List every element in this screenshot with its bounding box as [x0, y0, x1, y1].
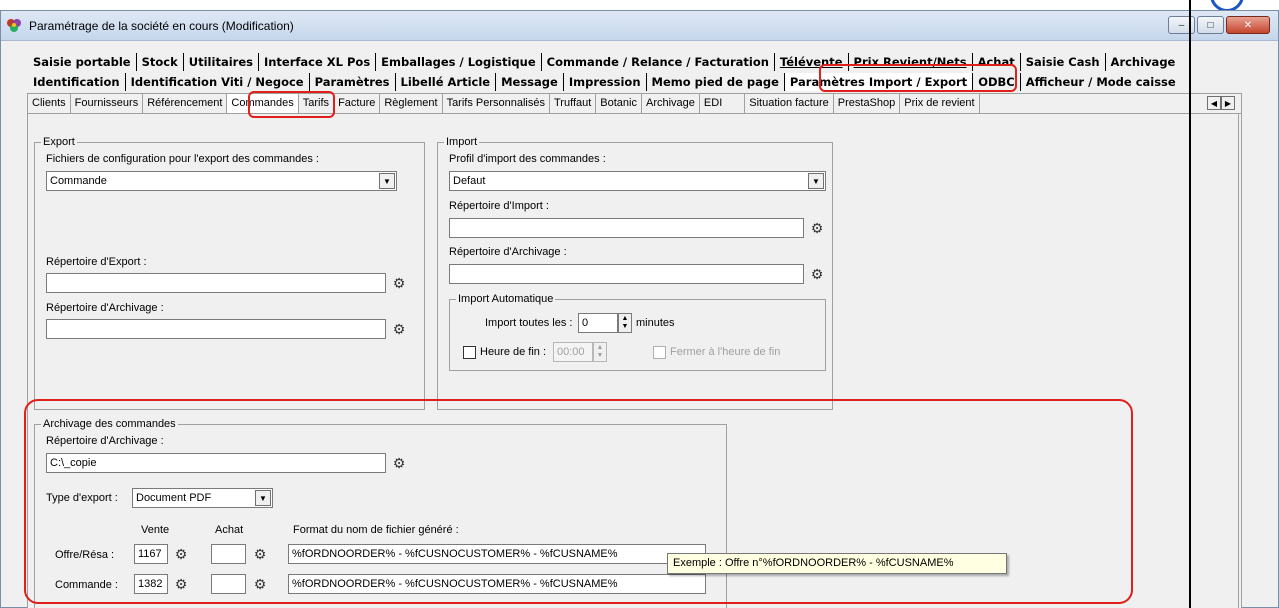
tab-identification[interactable]: Identification — [28, 73, 126, 91]
scroll-right-icon[interactable]: ▶ — [1221, 96, 1235, 110]
sub-tabs: Clients Fournisseurs Référencement Comma… — [28, 94, 1241, 114]
import-legend: Import — [444, 136, 480, 148]
export-archive-dir-label: Répertoire d'Archivage : — [46, 302, 164, 314]
chevron-down-icon: ▼ — [808, 173, 824, 189]
tab-stock[interactable]: Stock — [137, 53, 184, 71]
subtab-reglement[interactable]: Règlement — [380, 94, 443, 113]
tab-utilitaires[interactable]: Utilitaires — [184, 53, 259, 71]
tab-emballages[interactable]: Emballages / Logistique — [376, 53, 542, 71]
subtab-prix-de-revient[interactable]: Prix de revient — [900, 94, 980, 113]
tab-parametres[interactable]: Paramètres — [310, 73, 396, 91]
folder-picker-icon[interactable]: ⚙ — [809, 266, 825, 282]
tab-commande-relance[interactable]: Commande / Relance / Facturation — [542, 53, 775, 71]
close-at-end-label: Fermer à l'heure de fin — [670, 346, 781, 358]
import-every-label: Import toutes les : — [485, 317, 573, 329]
tab-interface-xl-pos[interactable]: Interface XL Pos — [259, 53, 377, 71]
import-every-input[interactable]: 0 — [578, 313, 618, 333]
spin-updown-icon[interactable]: ▲ ▼ — [618, 313, 632, 333]
export-dir-input[interactable] — [46, 273, 386, 293]
end-time-label: Heure de fin : — [480, 346, 547, 358]
subtab-prestashop[interactable]: PrestaShop — [833, 94, 901, 113]
close-button[interactable]: ✕ — [1226, 16, 1270, 34]
subtab-edi[interactable]: EDI — [699, 94, 746, 113]
end-time-input[interactable]: 00:00 — [553, 342, 593, 362]
import-profile-label: Profil d'import des commandes : — [449, 153, 606, 165]
subtab-botanic[interactable]: Botanic — [596, 94, 642, 113]
folder-picker-icon[interactable]: ⚙ — [391, 275, 407, 291]
subtab-facture[interactable]: Facture — [334, 94, 381, 113]
export-legend: Export — [41, 136, 77, 148]
import-group: Import Profil d'import des commandes : D… — [437, 136, 833, 410]
highlight-import-export-tab — [819, 64, 1017, 92]
end-time-checkbox[interactable] — [463, 346, 476, 359]
chevron-down-icon: ▼ — [379, 173, 395, 189]
export-config-label: Fichiers de configuration pour l'export … — [46, 153, 319, 165]
subtab-referencement[interactable]: Référencement — [143, 94, 228, 113]
minutes-label: minutes — [636, 317, 675, 329]
export-config-select[interactable]: Commande ▼ — [46, 171, 397, 191]
tab-afficheur-mode-caisse[interactable]: Afficheur / Mode caisse — [1021, 73, 1181, 91]
title-bar: Paramétrage de la société en cours (Modi… — [1, 11, 1278, 41]
folder-picker-icon[interactable]: ⚙ — [391, 321, 407, 337]
cropped-top-strip — [0, 0, 1279, 10]
subtab-truffaut[interactable]: Truffaut — [550, 94, 597, 113]
tab-saisie-cash[interactable]: Saisie Cash — [1021, 53, 1106, 71]
auto-import-legend: Import Automatique — [456, 293, 556, 305]
panel-divider — [1238, 114, 1239, 608]
maximize-button[interactable]: □ — [1197, 16, 1224, 34]
export-dir-label: Répertoire d'Export : — [46, 256, 147, 268]
import-dir-label: Répertoire d'Import : — [449, 200, 549, 212]
tab-saisie-portable[interactable]: Saisie portable — [28, 53, 137, 71]
folder-picker-icon[interactable]: ⚙ — [809, 220, 825, 236]
subtab-scroll: ◀ ▶ — [1207, 96, 1235, 110]
scroll-left-icon[interactable]: ◀ — [1207, 96, 1221, 110]
import-profile-select[interactable]: Defaut ▼ — [449, 171, 826, 191]
import-archive-dir-input[interactable] — [449, 264, 804, 284]
tab-libelle-article[interactable]: Libellé Article — [396, 73, 497, 91]
subtab-situation-facture[interactable]: Situation facture — [745, 94, 834, 113]
tab-memo-pied-de-page[interactable]: Memo pied de page — [647, 73, 785, 91]
tab-impression[interactable]: Impression — [564, 73, 647, 91]
import-archive-dir-label: Répertoire d'Archivage : — [449, 246, 567, 258]
export-archive-dir-input[interactable] — [46, 319, 386, 339]
format-tooltip: Exemple : Offre n°%fORDNOORDER% - %fCUSN… — [667, 553, 1007, 574]
subtab-fournisseurs[interactable]: Fournisseurs — [70, 94, 144, 113]
subtab-clients[interactable]: Clients — [28, 94, 71, 113]
tab-message[interactable]: Message — [496, 73, 564, 91]
import-dir-input[interactable] — [449, 218, 804, 238]
subtab-archivage[interactable]: Archivage — [642, 94, 700, 113]
close-at-end-checkbox[interactable] — [653, 346, 666, 359]
annotation-vertical-line — [1189, 0, 1191, 608]
export-group: Export Fichiers de configuration pour l'… — [34, 136, 425, 410]
tab-archivage[interactable]: Archivage — [1106, 53, 1181, 71]
tab-identification-viti[interactable]: Identification Viti / Negoce — [126, 73, 310, 91]
window-title: Paramétrage de la société en cours (Modi… — [29, 19, 294, 33]
subtab-tarifs-personnalises[interactable]: Tarifs Personnalisés — [442, 94, 550, 113]
highlight-commandes-subtab — [248, 91, 335, 118]
spin-updown-icon[interactable]: ▲ ▼ — [593, 342, 607, 362]
auto-import-group: Import Automatique Import toutes les : 0… — [449, 293, 826, 371]
app-icon — [7, 19, 21, 32]
